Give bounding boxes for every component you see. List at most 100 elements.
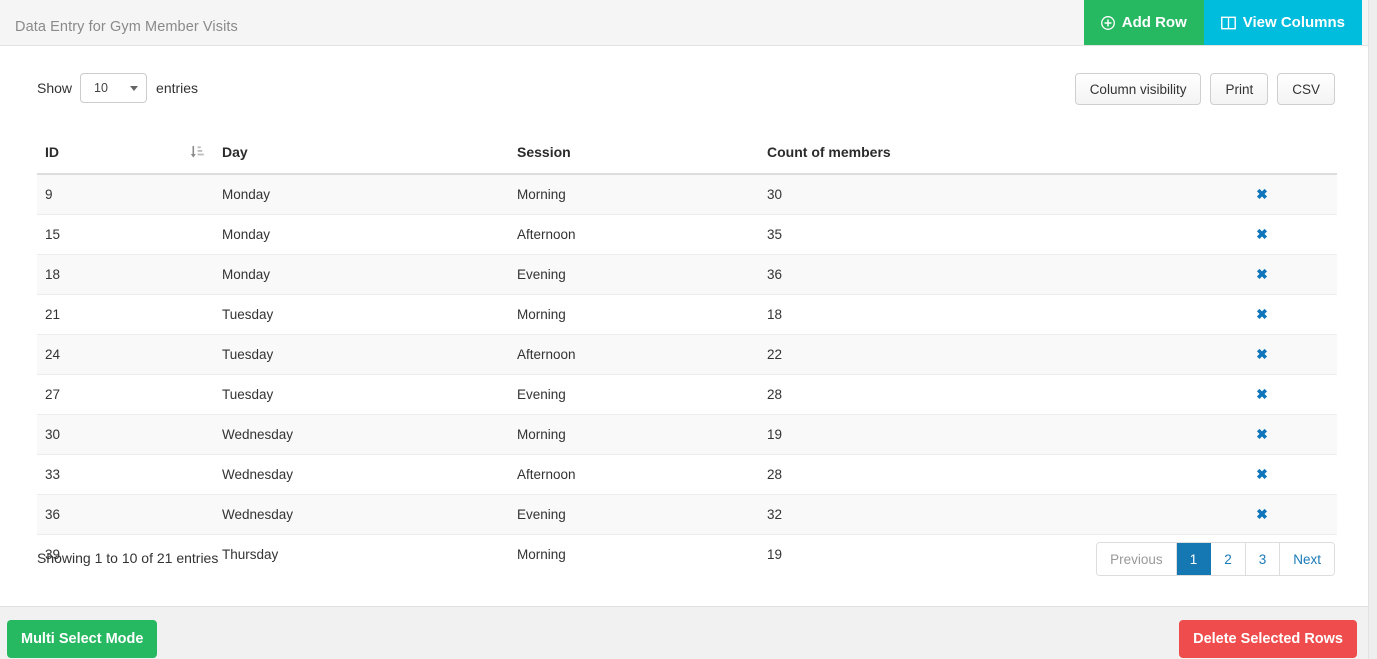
cell-id[interactable]: 30: [37, 415, 222, 455]
cell-id[interactable]: 33: [37, 455, 222, 495]
chevron-down-icon: [130, 86, 138, 91]
cell-count[interactable]: 32: [767, 495, 1187, 535]
multi-select-mode-label: Multi Select Mode: [21, 631, 143, 647]
pagination: Previous123Next: [1096, 542, 1335, 576]
cell-session[interactable]: Morning: [517, 295, 767, 335]
cell-session[interactable]: Evening: [517, 375, 767, 415]
table-row[interactable]: 27TuesdayEvening28 ✖: [37, 375, 1337, 415]
print-button[interactable]: Print: [1210, 73, 1268, 105]
pagination-button-2[interactable]: 2: [1211, 543, 1246, 575]
column-header-day[interactable]: Day: [222, 132, 517, 174]
column-header-count-label: Count of members: [767, 144, 891, 160]
table-row[interactable]: 36WednesdayEvening32 ✖: [37, 495, 1337, 535]
cell-delete: ✖: [1187, 375, 1337, 415]
cell-session[interactable]: Morning: [517, 415, 767, 455]
table-row[interactable]: 18MondayEvening36 ✖: [37, 255, 1337, 295]
table-body: 9MondayMorning30✖15MondayAfternoon35✖18M…: [37, 174, 1337, 574]
page-title: Data Entry for Gym Member Visits: [15, 19, 238, 35]
table-header-row: ID Day: [37, 132, 1337, 174]
table-row[interactable]: 30WednesdayMorning19 ✖: [37, 415, 1337, 455]
cell-count[interactable]: 19: [767, 415, 1187, 455]
page-gutter: [1368, 0, 1377, 659]
cell-day[interactable]: Tuesday: [222, 295, 517, 335]
pagination-button-previous: Previous: [1097, 543, 1177, 575]
cell-id[interactable]: 24: [37, 335, 222, 375]
cell-day[interactable]: Wednesday: [222, 455, 517, 495]
table-row[interactable]: 33WednesdayAfternoon28 ✖: [37, 455, 1337, 495]
cell-id[interactable]: 21: [37, 295, 222, 335]
cell-session[interactable]: Afternoon: [517, 215, 767, 255]
pagination-button-3[interactable]: 3: [1246, 543, 1281, 575]
cell-id[interactable]: 27: [37, 375, 222, 415]
cell-id[interactable]: 18: [37, 255, 222, 295]
cell-day[interactable]: Thursday: [222, 535, 517, 575]
cell-day[interactable]: Tuesday: [222, 335, 517, 375]
cell-session[interactable]: Evening: [517, 255, 767, 295]
cell-count[interactable]: 35: [767, 215, 1187, 255]
cell-session[interactable]: Morning: [517, 174, 767, 215]
table-head: ID Day: [37, 132, 1337, 174]
cell-id[interactable]: 9: [37, 174, 222, 215]
column-header-id[interactable]: ID: [37, 132, 222, 174]
cell-delete: ✖: [1187, 495, 1337, 535]
close-x-icon[interactable]: ✖: [1256, 427, 1268, 441]
delete-selected-rows-label: Delete Selected Rows: [1193, 631, 1343, 647]
cell-count[interactable]: 22: [767, 335, 1187, 375]
cell-delete: ✖: [1187, 455, 1337, 495]
card-body: Show 10 entries Column visibility Print …: [0, 47, 1368, 605]
cell-count[interactable]: 28: [767, 455, 1187, 495]
add-row-label: Add Row: [1122, 14, 1187, 31]
close-x-icon[interactable]: ✖: [1256, 187, 1268, 201]
sort-amount-asc-icon: [190, 145, 204, 160]
table-info: Showing 1 to 10 of 21 entries: [37, 550, 218, 566]
app-root: Data Entry for Gym Member Visits Add Row: [0, 0, 1377, 659]
close-x-icon[interactable]: ✖: [1256, 227, 1268, 241]
close-x-icon[interactable]: ✖: [1256, 467, 1268, 481]
cell-day[interactable]: Wednesday: [222, 415, 517, 455]
page-length-select[interactable]: 10: [80, 73, 147, 103]
close-x-icon[interactable]: ✖: [1256, 267, 1268, 281]
cell-session[interactable]: Afternoon: [517, 335, 767, 375]
close-x-icon[interactable]: ✖: [1256, 387, 1268, 401]
cell-day[interactable]: Tuesday: [222, 375, 517, 415]
column-visibility-button[interactable]: Column visibility: [1075, 73, 1202, 105]
view-columns-button[interactable]: View Columns: [1204, 0, 1362, 45]
column-visibility-label: Column visibility: [1090, 82, 1187, 97]
table-row[interactable]: 9MondayMorning30 ✖: [37, 174, 1337, 215]
csv-label: CSV: [1292, 82, 1320, 97]
cell-count[interactable]: 30: [767, 174, 1187, 215]
cell-day[interactable]: Wednesday: [222, 495, 517, 535]
cell-session[interactable]: Evening: [517, 495, 767, 535]
cell-day[interactable]: Monday: [222, 255, 517, 295]
multi-select-mode-button[interactable]: Multi Select Mode: [7, 620, 157, 658]
cell-delete: ✖: [1187, 215, 1337, 255]
cell-session[interactable]: Afternoon: [517, 455, 767, 495]
cell-delete: ✖: [1187, 174, 1337, 215]
cell-id[interactable]: 15: [37, 215, 222, 255]
close-x-icon[interactable]: ✖: [1256, 347, 1268, 361]
cell-day[interactable]: Monday: [222, 174, 517, 215]
cell-day[interactable]: Monday: [222, 215, 517, 255]
column-header-count[interactable]: Count of members: [767, 132, 1187, 174]
page-length-value: 10: [94, 81, 108, 95]
close-x-icon[interactable]: ✖: [1256, 507, 1268, 521]
pagination-button-next[interactable]: Next: [1280, 543, 1334, 575]
column-header-session[interactable]: Session: [517, 132, 767, 174]
cell-count[interactable]: 28: [767, 375, 1187, 415]
show-label: Show: [37, 80, 72, 96]
table-row[interactable]: 21TuesdayMorning18 ✖: [37, 295, 1337, 335]
add-row-button[interactable]: Add Row: [1084, 0, 1204, 45]
cell-count[interactable]: 18: [767, 295, 1187, 335]
close-x-icon[interactable]: ✖: [1256, 307, 1268, 321]
cell-id[interactable]: 36: [37, 495, 222, 535]
delete-selected-rows-button[interactable]: Delete Selected Rows: [1179, 620, 1357, 658]
csv-button[interactable]: CSV: [1277, 73, 1335, 105]
cell-session[interactable]: Morning: [517, 535, 767, 575]
cell-count[interactable]: 36: [767, 255, 1187, 295]
table-row[interactable]: 24TuesdayAfternoon22 ✖: [37, 335, 1337, 375]
table-row[interactable]: 15MondayAfternoon35 ✖: [37, 215, 1337, 255]
pagination-button-1[interactable]: 1: [1177, 543, 1212, 575]
entries-label: entries: [156, 80, 198, 96]
panel-header: Data Entry for Gym Member Visits Add Row: [0, 0, 1368, 46]
plus-circle-icon: [1101, 16, 1115, 30]
